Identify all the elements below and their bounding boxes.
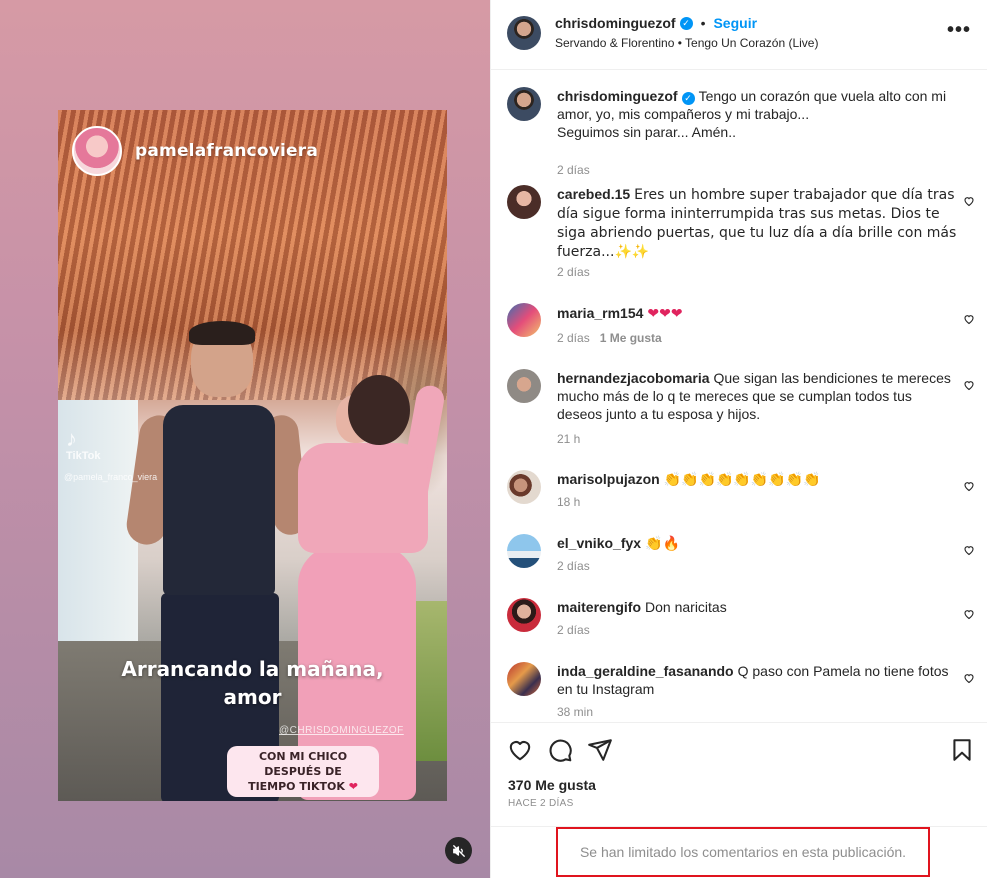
author-avatar[interactable] — [507, 16, 541, 50]
post-header: chrisdominguezof ✓ • Seguir Servando & F… — [491, 0, 987, 70]
comment-username[interactable]: maria_rm154 — [557, 305, 643, 321]
post-dialog: pamelafrancoviera ♪ TikTok @pamela_franc… — [0, 0, 987, 878]
comment-time: 2 días — [557, 265, 590, 279]
comment-time: 21 h — [557, 432, 581, 446]
post-panel: chrisdominguezof ✓ • Seguir Servando & F… — [490, 0, 987, 878]
video-handle-overlay: @CHRISDOMINGUEZOF — [279, 725, 404, 736]
commenter-avatar[interactable] — [507, 598, 541, 632]
person-man — [124, 321, 310, 801]
caption-username[interactable]: chrisdominguezof — [557, 88, 678, 104]
overlay-username: pamelafrancoviera — [135, 141, 318, 161]
song-link[interactable]: Servando & Florentino • Tengo Un Corazón… — [555, 36, 818, 50]
commenter-avatar[interactable] — [507, 534, 541, 568]
like-comment-heart-icon[interactable] — [963, 672, 975, 684]
person-woman — [278, 375, 447, 801]
comment-text: Don naricitas — [645, 599, 727, 615]
like-heart-icon[interactable] — [507, 737, 533, 763]
commenter-avatar[interactable] — [507, 185, 541, 219]
video-sticker: CON MI CHICO DESPUÉS DE TIEMPO TIKTOK ❤ — [227, 746, 379, 797]
comment-time: 18 h — [557, 495, 581, 509]
like-count[interactable]: 370 Me gusta — [508, 777, 596, 793]
author-avatar[interactable] — [507, 87, 541, 121]
video-caption: Arrancando la mañana, amor — [121, 657, 384, 709]
like-comment-heart-icon[interactable] — [963, 608, 975, 620]
commenter-avatar[interactable] — [507, 369, 541, 403]
tiktok-handle: @pamela_franco_viera — [64, 472, 158, 482]
share-send-icon[interactable] — [587, 737, 613, 763]
like-comment-heart-icon[interactable] — [963, 195, 975, 207]
follow-button[interactable]: Seguir — [713, 15, 757, 31]
video-player[interactable]: pamelafrancoviera ♪ TikTok @pamela_franc… — [58, 110, 447, 801]
comment-text: ❤❤❤ — [647, 306, 683, 322]
comment-username[interactable]: carebed.15 — [557, 186, 630, 202]
commenter-avatar[interactable] — [507, 303, 541, 337]
verified-badge-icon: ✓ — [681, 91, 695, 105]
like-comment-heart-icon[interactable] — [963, 313, 975, 325]
comment-text: 👏🔥 — [645, 536, 680, 552]
tiktok-watermark: ♪ TikTok — [66, 426, 101, 463]
comment-username[interactable]: el_vniko_fyx — [557, 535, 641, 551]
caption-time: 2 días — [557, 163, 590, 177]
comment-time: 2 días — [557, 559, 590, 573]
post-media: pamelafrancoviera ♪ TikTok @pamela_franc… — [0, 0, 490, 878]
commenter-avatar[interactable] — [507, 662, 541, 696]
like-comment-heart-icon[interactable] — [963, 379, 975, 391]
save-bookmark-icon[interactable] — [949, 737, 975, 763]
comment-username[interactable]: inda_geraldine_fasanando — [557, 663, 734, 679]
comment-time: 38 min — [557, 705, 594, 719]
comments-list[interactable]: chrisdominguezof ✓ Tengo un corazón que vu… — [491, 71, 987, 721]
post-date: HACE 2 DÍAS — [508, 798, 574, 809]
tiktok-logo-icon: ♪ — [66, 426, 77, 451]
comment-username[interactable]: marisolpujazon — [557, 471, 660, 487]
verified-badge-icon: ✓ — [679, 16, 693, 30]
post-actions: 370 Me gusta HACE 2 DÍAS — [491, 722, 987, 826]
speaker-muted-icon[interactable] — [445, 837, 472, 864]
author-username[interactable]: chrisdominguezof — [555, 15, 676, 31]
comment-username[interactable]: maiterengifo — [557, 599, 641, 615]
more-options-icon[interactable]: ••• — [947, 20, 971, 40]
like-comment-heart-icon[interactable] — [963, 544, 975, 556]
like-comment-heart-icon[interactable] — [963, 480, 975, 492]
comment-time: 2 días — [557, 331, 590, 345]
comment-time: 2 días — [557, 623, 590, 637]
overlay-avatar — [72, 126, 122, 176]
comment-likes-count[interactable]: 1 Me gusta — [600, 331, 662, 345]
comment-bubble-icon[interactable] — [547, 737, 573, 763]
comments-limited-notice: Se han limitado los comentarios en esta … — [556, 827, 930, 877]
comment-text: 👏👏👏👏👏👏👏👏👏 — [663, 472, 821, 488]
comment-username[interactable]: hernandezjacobomaria — [557, 370, 710, 386]
comments-footer: Se han limitado los comentarios en esta … — [491, 826, 987, 878]
commenter-avatar[interactable] — [507, 470, 541, 504]
